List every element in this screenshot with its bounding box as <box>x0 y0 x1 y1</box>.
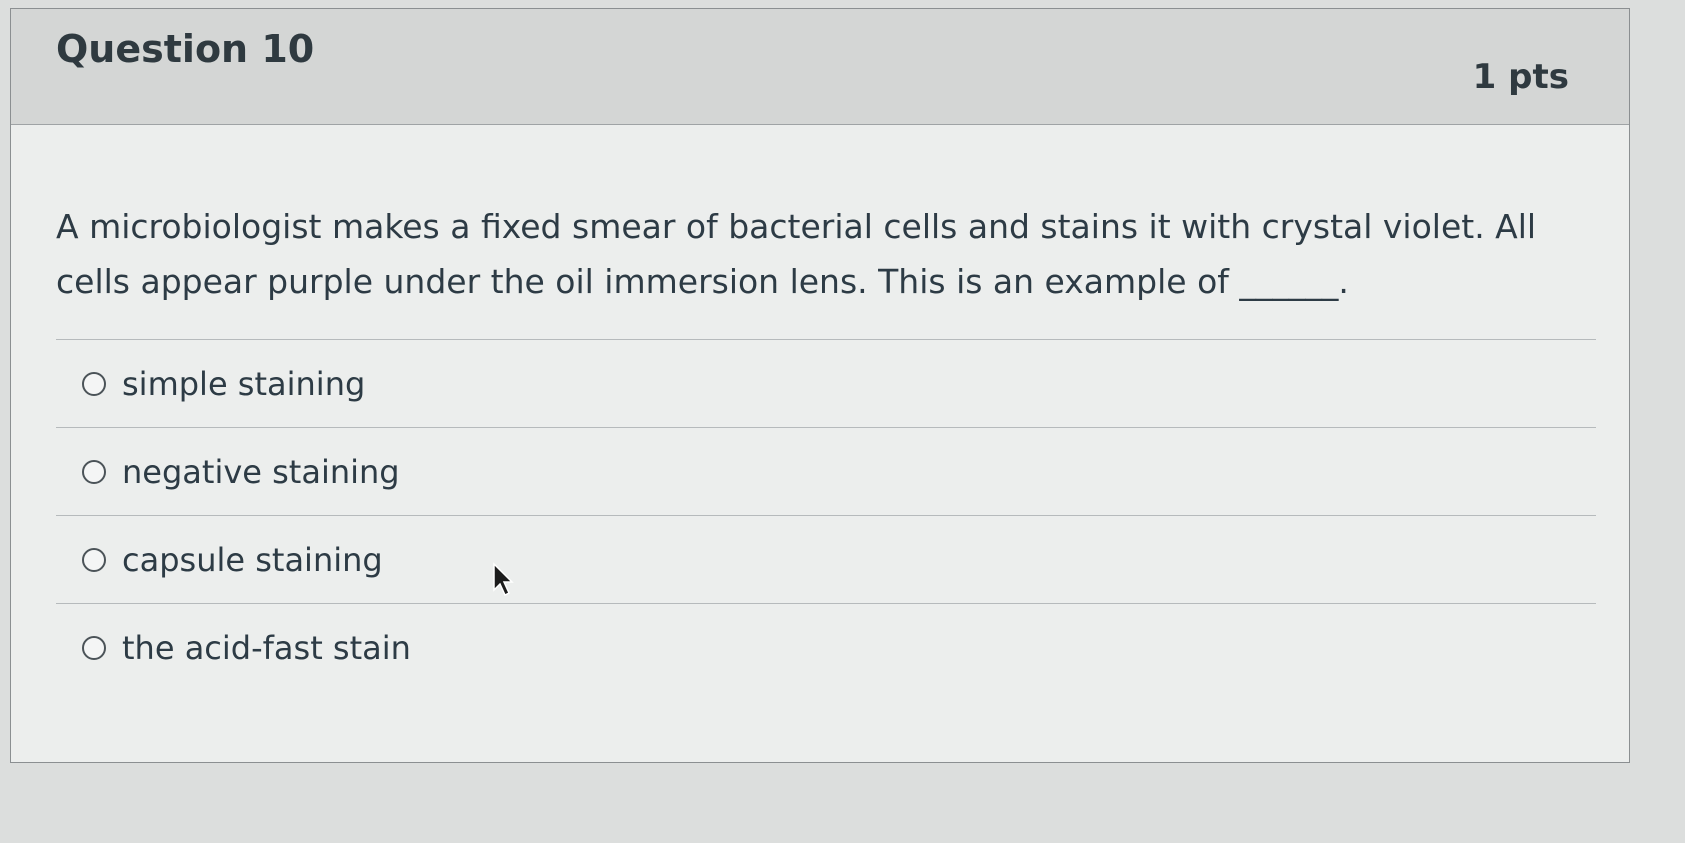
question-points: 1 pts <box>1472 57 1569 97</box>
question-text: A microbiologist makes a fixed smear of … <box>56 207 1537 301</box>
mouse-pointer-icon <box>493 562 514 597</box>
answer-option-capsule-staining[interactable]: capsule staining <box>56 515 1596 603</box>
answer-option-negative-staining[interactable]: negative staining <box>56 427 1596 515</box>
question-header: Question 10 1 pts <box>11 9 1629 125</box>
answer-option-simple-staining[interactable]: simple staining <box>56 339 1596 427</box>
radio-unchecked-icon[interactable] <box>82 371 106 396</box>
answer-label: simple staining <box>122 364 366 403</box>
answer-label: the acid-fast stain <box>122 628 411 667</box>
question-card: Question 10 1 pts A microbiologist makes… <box>10 8 1630 763</box>
answer-option-acid-fast-stain[interactable]: the acid-fast stain <box>56 603 1596 691</box>
question-title: Question 10 <box>56 27 315 71</box>
answer-label: capsule staining <box>122 540 383 579</box>
radio-unchecked-icon[interactable] <box>82 459 106 484</box>
answer-label: negative staining <box>122 452 400 491</box>
answer-list: simple staining negative staining capsul… <box>56 339 1596 691</box>
radio-unchecked-icon[interactable] <box>82 547 106 572</box>
radio-unchecked-icon[interactable] <box>82 635 106 660</box>
